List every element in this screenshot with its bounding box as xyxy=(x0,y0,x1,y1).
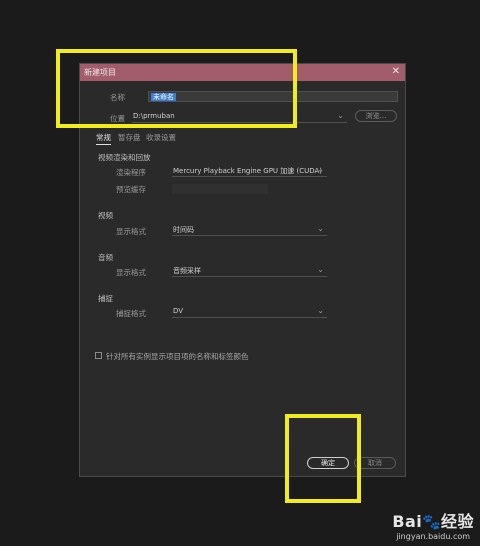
chevron-down-icon: ⌄ xyxy=(337,111,344,120)
highlight-box-top xyxy=(56,49,297,128)
chevron-down-icon: ⌄ xyxy=(317,306,324,315)
capture-format-value: DV xyxy=(173,307,184,315)
checkbox-icon[interactable] xyxy=(95,352,102,359)
paw-icon: 🐾 xyxy=(422,513,441,531)
watermark-logo-suffix: 经验 xyxy=(440,512,474,531)
audio-display-format-label: 显示格式 xyxy=(116,268,146,277)
video-display-format-value: 时间码 xyxy=(173,226,194,234)
tab-ingest-settings[interactable]: 收录设置 xyxy=(146,132,176,143)
audio-display-format-value: 音频采样 xyxy=(173,267,201,275)
renderer-label: 渲染程序 xyxy=(116,168,146,177)
video-display-format-select[interactable]: 时间码 ⌄ xyxy=(172,224,327,236)
preview-cache-field xyxy=(172,184,268,194)
tab-scratch-disks[interactable]: 暂存盘 xyxy=(118,132,141,143)
audio-display-format-select[interactable]: 音频采样 ⌄ xyxy=(172,265,327,277)
capture-format-label: 捕捉格式 xyxy=(116,309,146,318)
section-capture: 捕捉 xyxy=(98,294,113,303)
section-video: 视频 xyxy=(98,211,113,220)
tab-general[interactable]: 常规 xyxy=(96,132,111,145)
chevron-down-icon: ⌄ xyxy=(317,165,324,174)
preview-cache-label: 预览缓存 xyxy=(116,185,146,194)
capture-format-select[interactable]: DV ⌄ xyxy=(172,306,327,318)
show-names-label-colors-label: 针对所有实例显示项目项的名称和标签颜色 xyxy=(106,352,249,361)
watermark-url: jingyan.baidu.com xyxy=(396,532,471,541)
chevron-down-icon: ⌄ xyxy=(317,265,324,274)
baidu-watermark: Bai🐾经验 jingyan.baidu.com xyxy=(392,508,474,541)
watermark-logo: Bai xyxy=(392,512,423,531)
section-video-render: 视频渲染和回放 xyxy=(98,153,151,162)
browse-button[interactable]: 浏览... xyxy=(355,110,397,122)
renderer-select[interactable]: Mercury Playback Engine GPU 加速 (CUDA) ⌄ xyxy=(172,165,327,177)
highlight-box-ok xyxy=(285,414,361,503)
section-audio: 音频 xyxy=(98,253,113,262)
renderer-value: Mercury Playback Engine GPU 加速 (CUDA) xyxy=(173,167,323,175)
video-display-format-label: 显示格式 xyxy=(116,227,146,236)
close-icon[interactable]: ✕ xyxy=(392,66,400,77)
chevron-down-icon: ⌄ xyxy=(317,224,324,233)
